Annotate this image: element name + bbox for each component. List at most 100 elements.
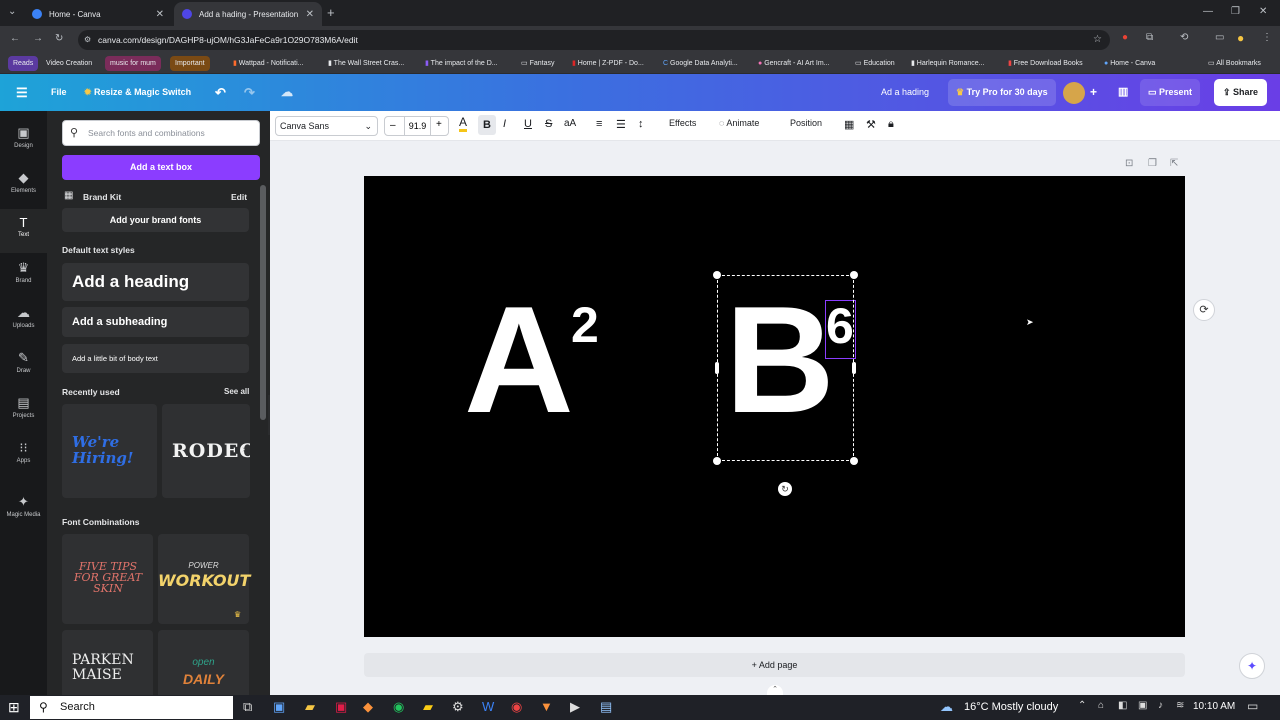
combo-five-tips[interactable]: FIVE TIPS FOR GREAT SKIN: [62, 534, 153, 624]
add-page-button[interactable]: + Add page: [364, 653, 1185, 677]
rail-design[interactable]: ▣ Design: [0, 119, 47, 163]
add-text-box-button[interactable]: Add a text box: [62, 155, 260, 180]
bold-icon[interactable]: B: [478, 115, 496, 135]
bookmark-harlequin[interactable]: ▮ Harlequin Romance...: [911, 56, 985, 71]
taskbar-app-icon[interactable]: ▣: [273, 699, 285, 715]
spacing-icon[interactable]: ↕: [638, 118, 644, 130]
bookmark-wsj[interactable]: ▮ The Wall Street Cras...: [328, 56, 404, 71]
resize-handle-br[interactable]: [850, 457, 858, 465]
underline-icon[interactable]: U: [524, 118, 532, 130]
chrome-icon[interactable]: ◉: [511, 699, 522, 715]
animate-button[interactable]: ◌ Animate: [719, 118, 759, 128]
panel-scrollbar[interactable]: [260, 185, 266, 420]
bookmark-zpdf[interactable]: ▮ Home | Z-PDF - Do...: [572, 56, 644, 71]
bookmark-music-for-mum[interactable]: music for mum: [105, 56, 161, 71]
edge-icon[interactable]: ◉: [393, 699, 404, 715]
cast-icon[interactable]: ▭: [1215, 32, 1224, 43]
undo-icon[interactable]: ↶: [215, 74, 226, 111]
duplicate-page-icon[interactable]: ❐: [1148, 158, 1157, 169]
rail-apps[interactable]: ⁝⁝ Apps: [0, 434, 47, 478]
file-explorer-icon[interactable]: ▰: [305, 699, 315, 715]
tab-home-canva[interactable]: Home - Canva ✕: [24, 2, 172, 26]
maximize-icon[interactable]: ❐: [1231, 6, 1240, 17]
bookmark-google-data[interactable]: C Google Data Analyti...: [663, 56, 738, 71]
redo-icon[interactable]: ↷: [244, 74, 255, 111]
extension-adblock-icon[interactable]: ●: [1122, 32, 1128, 43]
design-title[interactable]: Ad a hading: [881, 74, 929, 111]
folder-icon[interactable]: ▰: [423, 699, 433, 715]
chevron-right-icon[interactable]: ›: [242, 444, 245, 455]
window-close-icon[interactable]: ✕: [1259, 6, 1267, 17]
font-family-select[interactable]: Canva Sans ⌄: [275, 116, 378, 136]
close-tab-icon[interactable]: ✕: [306, 9, 314, 20]
rail-text[interactable]: T Text: [0, 209, 47, 253]
add-heading-button[interactable]: Add a heading: [62, 263, 249, 301]
rail-magic-media[interactable]: ✦ Magic Media: [0, 488, 47, 532]
try-pro-button[interactable]: ♛ Try Pro for 30 days: [948, 79, 1056, 106]
bookmark-fantasy[interactable]: ▭ Fantasy: [521, 56, 554, 71]
page-lock-icon[interactable]: ⊡: [1125, 158, 1133, 169]
bookmark-wattpad[interactable]: ▮ Wattpad - Notificati...: [233, 56, 304, 71]
media-player-icon[interactable]: ▶: [570, 699, 580, 715]
brand-edit-link[interactable]: Edit: [231, 192, 247, 202]
bookmark-home-canva[interactable]: ● Home - Canva: [1104, 56, 1155, 71]
profile-avatar-icon[interactable]: ●: [1237, 31, 1244, 45]
url-field[interactable]: ⚙ canva.com/design/DAGHP8-ujOM/hG3JaFeCa…: [78, 30, 1110, 50]
add-page-icon[interactable]: ⇱: [1170, 158, 1178, 169]
add-collaborator-icon[interactable]: +: [1090, 74, 1097, 111]
forward-icon[interactable]: →: [33, 33, 43, 44]
reload-icon[interactable]: ↻: [55, 33, 63, 44]
wifi-icon[interactable]: ≋: [1176, 700, 1184, 711]
site-info-icon[interactable]: ⚙: [84, 30, 91, 50]
bookmark-important[interactable]: Important: [170, 56, 210, 71]
bookmark-education[interactable]: ▭ Education: [855, 56, 895, 71]
settings-icon[interactable]: ⚙: [452, 699, 464, 715]
bookmark-star-icon[interactable]: ☆: [1093, 30, 1102, 50]
tray-icon[interactable]: ◧: [1118, 700, 1127, 711]
speaker-icon[interactable]: ♪: [1158, 700, 1163, 711]
cloud-save-icon[interactable]: ☁: [281, 74, 293, 111]
slide-canvas[interactable]: A 2 B 6 ↻ ➤: [364, 176, 1185, 637]
add-brand-fonts-button[interactable]: Add your brand fonts: [62, 208, 249, 232]
all-bookmarks[interactable]: ▭ All Bookmarks: [1208, 56, 1261, 71]
resize-handle-bl[interactable]: [713, 457, 721, 465]
tab-search-icon[interactable]: ⌄: [8, 6, 16, 17]
clock-text[interactable]: 10:10 AM: [1193, 701, 1235, 712]
menu-icon[interactable]: ⋮: [1262, 32, 1272, 43]
rail-elements[interactable]: ◆ Elements: [0, 164, 47, 208]
add-body-text-button[interactable]: Add a little bit of body text: [62, 344, 249, 373]
combo-parken[interactable]: PARKEN MAISE: [62, 630, 153, 695]
bookmark-reads[interactable]: Reads: [8, 56, 39, 71]
rail-projects[interactable]: ▤ Projects: [0, 389, 47, 433]
bookmark-video-creation[interactable]: Video Creation: [46, 56, 92, 71]
transparency-icon[interactable]: ▦: [844, 118, 854, 131]
position-button[interactable]: Position: [790, 118, 822, 128]
paint-roller-icon[interactable]: ⚒: [866, 118, 876, 131]
taskbar-search[interactable]: ⚲ Search: [30, 696, 233, 719]
tray-icon[interactable]: ▣: [1138, 700, 1147, 711]
task-view-icon[interactable]: ⧉: [243, 699, 252, 715]
combo-power-workout[interactable]: POWER WORKOUT ♛: [158, 534, 250, 624]
extensions-icon[interactable]: ⧉: [1146, 32, 1153, 43]
weather-text[interactable]: 16°C Mostly cloudy: [964, 701, 1058, 713]
add-subheading-button[interactable]: Add a subheading: [62, 307, 249, 337]
file-menu[interactable]: File: [51, 74, 67, 111]
bookmark-free-books[interactable]: ▮ Free Download Books: [1008, 56, 1083, 71]
rotate-handle-icon[interactable]: ↻: [778, 482, 792, 496]
user-avatar[interactable]: [1063, 82, 1085, 104]
present-button[interactable]: ▭ Present: [1140, 79, 1201, 106]
show-pages-icon[interactable]: ⌃: [767, 685, 783, 695]
letter-case-icon[interactable]: aA: [564, 118, 576, 129]
back-icon[interactable]: ←: [10, 33, 20, 44]
notification-icon[interactable]: ▭: [1247, 699, 1258, 713]
new-tab-icon[interactable]: +: [327, 5, 335, 20]
refresh-assistant-icon[interactable]: ⟳: [1193, 299, 1215, 321]
strikethrough-icon[interactable]: S: [545, 118, 552, 130]
resize-handle-left[interactable]: [715, 362, 719, 374]
share-button[interactable]: ⇪ Share: [1214, 79, 1268, 106]
bookmark-impact[interactable]: ▮ The impact of the D...: [425, 56, 498, 71]
resize-handle-tl[interactable]: [713, 271, 721, 279]
effects-button[interactable]: Effects: [669, 118, 696, 128]
bookmark-gencraft[interactable]: ● Gencraft - AI Art Im...: [758, 56, 830, 71]
taskbar-app-icon[interactable]: ▣: [335, 699, 347, 715]
